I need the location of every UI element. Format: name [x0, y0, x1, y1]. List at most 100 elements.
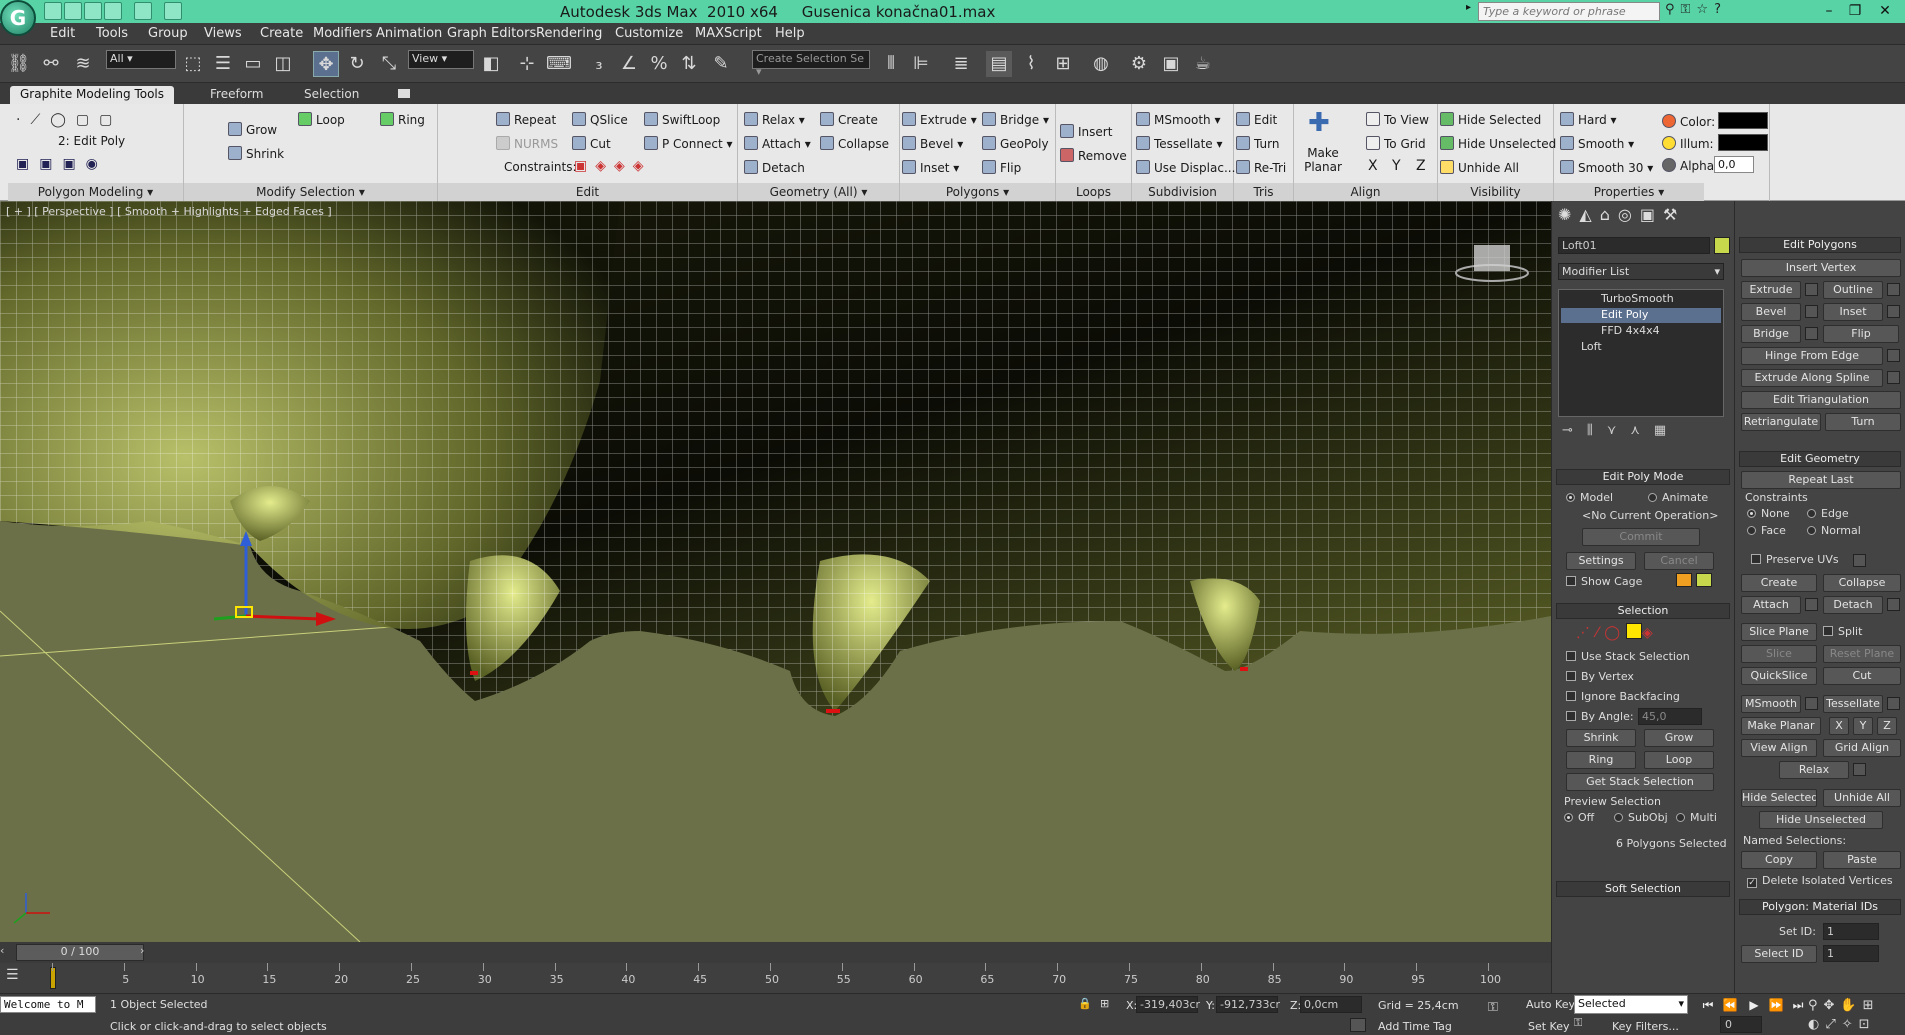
rollout-edit-poly-mode[interactable]: Edit Poly Mode [1556, 469, 1730, 485]
settings-button[interactable]: Settings [1566, 552, 1636, 570]
reference-coordinate-dropdown[interactable]: View ▾ [408, 50, 474, 69]
msmooth-button[interactable]: MSmooth ▾ [1136, 112, 1221, 127]
loop-button[interactable]: Loop [1644, 751, 1714, 769]
modifier-list-dropdown[interactable]: Modifier List ▾ [1558, 263, 1724, 280]
qslice-button[interactable]: QSlice [572, 112, 628, 127]
planar-z-button[interactable]: Z [1877, 717, 1897, 735]
redo-icon[interactable] [134, 2, 152, 20]
viewport-label[interactable]: [ + ] [ Perspective ] [ Smooth + Highlig… [6, 205, 332, 218]
bevel-settings-icon[interactable] [1805, 305, 1818, 318]
attach-button[interactable]: Attach [1741, 596, 1801, 614]
rollout-soft-selection[interactable]: Soft Selection [1556, 881, 1730, 897]
key-mode-dropdown[interactable]: Selected ▾ [1574, 995, 1688, 1014]
bevel-button[interactable]: Bevel [1741, 303, 1801, 321]
unlink-icon[interactable]: ⚯ [38, 51, 64, 77]
viewport-canvas[interactable] [0, 201, 1551, 942]
grid-align-button[interactable]: Grid Align [1823, 739, 1901, 757]
layer-manager-icon[interactable]: ≣ [948, 51, 974, 77]
rollout-edit-polygons[interactable]: Edit Polygons [1739, 237, 1901, 253]
prev-frame-icon[interactable]: ‹ [0, 944, 10, 960]
select-scale-icon[interactable]: ⤡ [376, 51, 402, 77]
graphite-toggle-icon[interactable]: ▤ [986, 51, 1012, 77]
inset-button[interactable]: Inset [1823, 303, 1883, 321]
set-id-input[interactable]: 1 [1823, 923, 1879, 940]
repeat-button[interactable]: Repeat [496, 112, 556, 127]
menu-help[interactable]: Help [775, 26, 805, 41]
time-tag-icon[interactable] [1350, 1018, 1366, 1032]
planar-x-button[interactable]: X [1829, 717, 1849, 735]
insert-vertex-button[interactable]: Insert Vertex [1741, 259, 1901, 277]
menu-graph-editors[interactable]: Graph Editors [447, 26, 536, 41]
preview-multi-radio[interactable]: Multi [1676, 811, 1717, 824]
curve-editor-icon[interactable]: ⌇ [1018, 51, 1044, 77]
time-slider-thumb[interactable]: 0 / 100 [16, 944, 144, 961]
collapse-button[interactable]: Collapse [820, 136, 889, 151]
preserve-uvs-checkbox[interactable]: Preserve UVs [1751, 553, 1839, 566]
slice-plane-button[interactable]: Slice Plane [1741, 623, 1817, 641]
ignore-backfacing-checkbox[interactable]: Ignore Backfacing [1566, 690, 1680, 703]
close-icon[interactable]: ✕ [1868, 1, 1902, 21]
pivot-center-icon[interactable]: ◧ [478, 51, 504, 77]
menu-maxscript[interactable]: MAXScript [695, 26, 762, 41]
quick-render-icon[interactable]: ☕ [1190, 51, 1216, 77]
cancel-button[interactable]: Cancel [1644, 552, 1714, 570]
inset-settings-icon[interactable] [1887, 305, 1900, 318]
swiftloop-button[interactable]: SwiftLoop [644, 112, 720, 127]
rendered-frame-icon[interactable]: ▣ [1158, 51, 1184, 77]
to-grid-button[interactable]: To Grid [1366, 136, 1426, 151]
grow-button[interactable]: Grow [1644, 729, 1714, 747]
render-setup-icon[interactable]: ⚙ [1126, 51, 1152, 77]
relax-settings-icon[interactable] [1853, 763, 1866, 776]
cage-selected-color-swatch[interactable] [1696, 573, 1712, 587]
set-key-icon[interactable]: ⚿ [1488, 1000, 1512, 1015]
make-planar-button[interactable]: Make Planar [1298, 146, 1348, 174]
prev-key-icon[interactable]: ⏪ [1720, 998, 1740, 1014]
align-y-button[interactable]: Y [1392, 158, 1401, 174]
rect-selection-icon[interactable]: ▭ [240, 51, 266, 77]
hide-selected-button[interactable]: Hide Selected [1741, 789, 1817, 807]
view-align-button[interactable]: View Align [1741, 739, 1817, 757]
grow-button[interactable]: Grow [228, 122, 277, 137]
ribbon-minimize-icon[interactable] [398, 89, 410, 98]
next-key-icon[interactable]: ⏩ [1766, 998, 1786, 1014]
msmooth-button[interactable]: MSmooth [1741, 695, 1801, 713]
panel-label[interactable]: Geometry (All) ▾ [738, 183, 899, 201]
detach-button[interactable]: Detach [1823, 596, 1883, 614]
open-file-icon[interactable] [64, 2, 82, 20]
insert-loop-button[interactable]: Insert [1060, 124, 1112, 139]
object-name-field[interactable]: Loft01 [1558, 237, 1710, 254]
rollout-material-ids[interactable]: Polygon: Material IDs [1739, 899, 1901, 915]
detach-button[interactable]: Detach [744, 160, 805, 175]
rollout-selection[interactable]: Selection [1556, 603, 1730, 619]
maxscript-listener-input[interactable]: Welcome to M [0, 996, 96, 1013]
polygon-tools-icons[interactable]: ▣▣▣◉ [16, 156, 166, 176]
stack-tools-icons[interactable]: ⊸⫼⋎⋏▦ [1562, 423, 1722, 441]
extrude-along-spline-button[interactable]: Extrude Along Spline [1741, 369, 1883, 387]
color-swatch[interactable] [1718, 112, 1768, 129]
make-planar-icon[interactable]: ✚ [1308, 108, 1330, 138]
outline-button[interactable]: Outline [1823, 281, 1883, 299]
menu-group[interactable]: Group [148, 26, 188, 41]
panel-label[interactable]: Modify Selection ▾ [184, 183, 437, 201]
detach-settings-icon[interactable] [1887, 598, 1900, 611]
by-angle-checkbox[interactable]: By Angle: [1566, 710, 1634, 723]
window-crossing-icon[interactable]: ◫ [270, 51, 296, 77]
commit-button[interactable]: Commit [1582, 528, 1700, 546]
delete-isolated-checkbox[interactable]: ✓ Delete Isolated Vertices [1747, 874, 1893, 888]
search-input[interactable]: Type a keyword or phrase [1478, 2, 1660, 21]
remove-loop-button[interactable]: Remove [1060, 148, 1127, 163]
hinge-from-edge-button[interactable]: Hinge From Edge [1741, 347, 1883, 365]
geopoly-button[interactable]: GeoPoly [982, 136, 1049, 151]
spinner-snap-icon[interactable]: ⇅ [676, 51, 702, 77]
to-view-button[interactable]: To View [1366, 112, 1429, 127]
hide-selected-button[interactable]: Hide Selected [1440, 112, 1541, 127]
key-filters-button[interactable]: Key Filters... [1612, 1020, 1679, 1033]
select-by-name-icon[interactable]: ☰ [210, 51, 236, 77]
object-color-swatch[interactable] [1714, 237, 1730, 254]
smooth-button[interactable]: Smooth ▾ [1560, 136, 1634, 151]
align-x-button[interactable]: X [1368, 158, 1378, 174]
hard-button[interactable]: Hard ▾ [1560, 112, 1617, 127]
current-frame-input[interactable]: 0 [1720, 1016, 1762, 1033]
rollout-edit-geometry[interactable]: Edit Geometry [1739, 451, 1901, 467]
select-id-button[interactable]: Select ID [1741, 945, 1817, 963]
